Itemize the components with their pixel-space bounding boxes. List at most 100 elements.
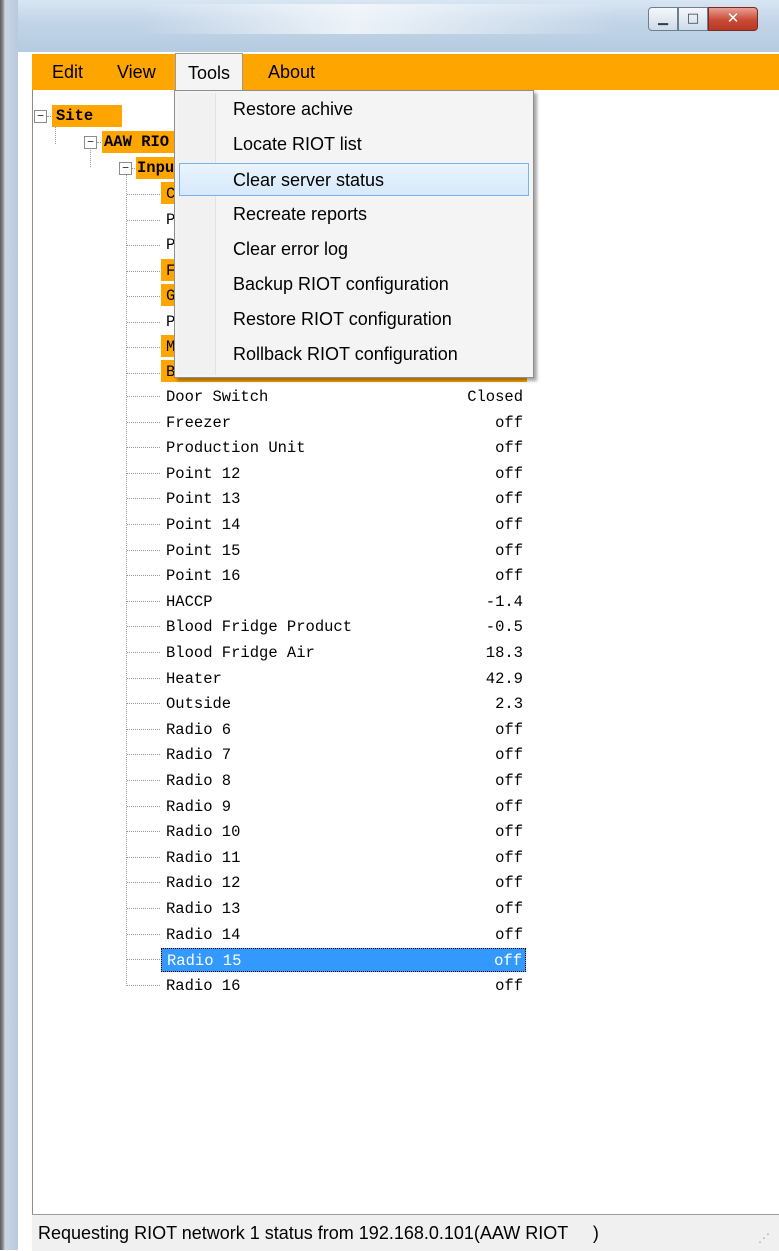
tree-row-value: off bbox=[495, 490, 523, 508]
tree-row-label: Radio 10 bbox=[166, 823, 241, 841]
tree-row[interactable]: Radio 13 off bbox=[161, 897, 526, 922]
tree-node-site[interactable]: Site bbox=[56, 107, 93, 125]
tree-connector bbox=[127, 220, 160, 221]
menu-item-backup-riot-configuration[interactable]: Backup RIOT configuration bbox=[179, 268, 529, 301]
menu-item-rollback-riot-configuration[interactable]: Rollback RIOT configuration bbox=[179, 338, 529, 371]
tree-row-value: off bbox=[495, 926, 523, 944]
status-text: Requesting RIOT network 1 status from 19… bbox=[38, 1223, 599, 1243]
tree-connector bbox=[127, 729, 160, 730]
tree-connector bbox=[127, 524, 160, 525]
tree-row-label: Heater bbox=[166, 670, 222, 688]
tree-row[interactable]: Point 14 off bbox=[161, 513, 526, 538]
tree-row-label: HACCP bbox=[166, 593, 213, 611]
tree-row[interactable]: Radio 12 off bbox=[161, 871, 526, 896]
menu-item-recreate-reports[interactable]: Recreate reports bbox=[179, 198, 529, 231]
window-left-border bbox=[0, 0, 18, 1250]
menu-item-clear-server-status[interactable]: Clear server status bbox=[179, 163, 529, 196]
collapse-minus-icon[interactable]: − bbox=[84, 136, 97, 149]
menu-edit[interactable]: Edit bbox=[40, 54, 95, 90]
tree-row[interactable]: Production Unit off bbox=[161, 436, 526, 461]
tree-connector bbox=[127, 831, 160, 832]
tree-connector bbox=[127, 296, 160, 297]
tree-row-value: Closed bbox=[467, 388, 523, 406]
tree-row-label: Radio 9 bbox=[166, 798, 232, 816]
tree-row-value: off bbox=[495, 900, 523, 918]
menu-about[interactable]: About bbox=[256, 54, 327, 90]
tree-row[interactable]: Radio 14 off bbox=[161, 923, 526, 948]
tree-row[interactable]: Door Switch Closed bbox=[161, 385, 526, 410]
tree-row-value: off bbox=[495, 465, 523, 483]
tree-row[interactable]: Radio 10 off bbox=[161, 820, 526, 845]
tree-row-label: Radio 13 bbox=[166, 900, 241, 918]
tree-connector bbox=[127, 754, 160, 755]
tree-row[interactable]: Radio 15 off bbox=[161, 948, 526, 972]
tree-connector bbox=[127, 194, 160, 195]
tree-row[interactable]: Radio 7 off bbox=[161, 743, 526, 768]
collapse-minus-icon[interactable]: − bbox=[119, 162, 132, 175]
tree-connector bbox=[127, 626, 160, 627]
tree-connector bbox=[127, 322, 160, 323]
menu-tools[interactable]: Tools bbox=[175, 53, 244, 91]
tree-connector bbox=[127, 857, 160, 858]
tree-node-riot[interactable]: AAW RIO bbox=[104, 133, 169, 151]
title-bar[interactable]: ▁ □ ✕ bbox=[18, 0, 779, 52]
tree-row-value: off bbox=[495, 772, 523, 790]
tree-connector bbox=[127, 422, 160, 423]
tools-dropdown-menu: Restore achive Locate RIOT list Clear se… bbox=[174, 90, 534, 378]
close-button[interactable]: ✕ bbox=[708, 7, 758, 31]
tree-row[interactable]: Point 12 off bbox=[161, 462, 526, 487]
tree-row-value: 18.3 bbox=[485, 644, 523, 662]
tree-row-label: Door Switch bbox=[166, 388, 269, 406]
tree-connector bbox=[127, 473, 160, 474]
tree-row[interactable]: Freezer off bbox=[161, 411, 526, 436]
tree-row-value: -0.5 bbox=[485, 618, 523, 636]
tree-connector bbox=[127, 396, 160, 397]
maximize-icon: □ bbox=[686, 11, 700, 26]
tree-row[interactable]: Radio 9 off bbox=[161, 795, 526, 820]
tree-row-value: off bbox=[495, 721, 523, 739]
tree-row-label: Point 13 bbox=[166, 490, 241, 508]
resize-grip-icon[interactable]: ⋰ bbox=[758, 1231, 771, 1245]
menu-item-label: Recreate reports bbox=[233, 204, 368, 224]
maximize-button[interactable]: □ bbox=[678, 7, 708, 31]
tree-row[interactable]: Point 13 off bbox=[161, 487, 526, 512]
tree-row-label: Point 16 bbox=[166, 567, 241, 585]
tree-row[interactable]: Radio 16 off bbox=[161, 974, 526, 999]
menu-item-clear-error-log[interactable]: Clear error log bbox=[179, 233, 529, 266]
tree-connector bbox=[127, 678, 160, 679]
menu-bar: Edit View Tools About bbox=[32, 53, 779, 91]
menu-view[interactable]: View bbox=[105, 54, 168, 90]
tree-row[interactable]: Radio 11 off bbox=[161, 846, 526, 871]
menu-item-label: Backup RIOT configuration bbox=[233, 274, 449, 294]
menu-item-label: Clear server status bbox=[233, 170, 385, 190]
tree-row-value: off bbox=[495, 439, 523, 457]
tree-row[interactable]: Radio 6 off bbox=[161, 718, 526, 743]
collapse-minus-icon[interactable]: − bbox=[34, 110, 47, 123]
tree-row[interactable]: Point 15 off bbox=[161, 539, 526, 564]
tree-row[interactable]: HACCP -1.4 bbox=[161, 590, 526, 615]
tree-row-value: off bbox=[495, 874, 523, 892]
tree-row-label: Radio 6 bbox=[166, 721, 232, 739]
caption-buttons: ▁ □ ✕ bbox=[648, 7, 758, 31]
tree-connector bbox=[127, 550, 160, 551]
tree-row-label: Freezer bbox=[166, 414, 232, 432]
minimize-icon: ▁ bbox=[658, 11, 668, 26]
close-icon: ✕ bbox=[726, 9, 740, 27]
menu-item-restore-riot-configuration[interactable]: Restore RIOT configuration bbox=[179, 303, 529, 336]
menu-item-restore-archive[interactable]: Restore achive bbox=[179, 93, 529, 126]
tree-row[interactable]: Outside 2.3 bbox=[161, 692, 526, 717]
tree-row[interactable]: Heater 42.9 bbox=[161, 667, 526, 692]
tree-row[interactable]: Point 16 off bbox=[161, 564, 526, 589]
tree-connector bbox=[127, 806, 160, 807]
tree-node-inputs[interactable]: Inpu bbox=[137, 159, 174, 177]
tree-row[interactable]: Radio 8 off bbox=[161, 769, 526, 794]
menu-item-label: Rollback RIOT configuration bbox=[233, 344, 458, 364]
tree-row-label: Radio 8 bbox=[166, 772, 232, 790]
tree-connector bbox=[127, 575, 160, 576]
tree-row-label: Production Unit bbox=[166, 439, 306, 457]
menu-item-locate-riot-list[interactable]: Locate RIOT list bbox=[179, 128, 529, 161]
tree-connector bbox=[90, 147, 91, 167]
tree-row[interactable]: Blood Fridge Product -0.5 bbox=[161, 615, 526, 640]
tree-row[interactable]: Blood Fridge Air 18.3 bbox=[161, 641, 526, 666]
minimize-button[interactable]: ▁ bbox=[648, 7, 678, 31]
